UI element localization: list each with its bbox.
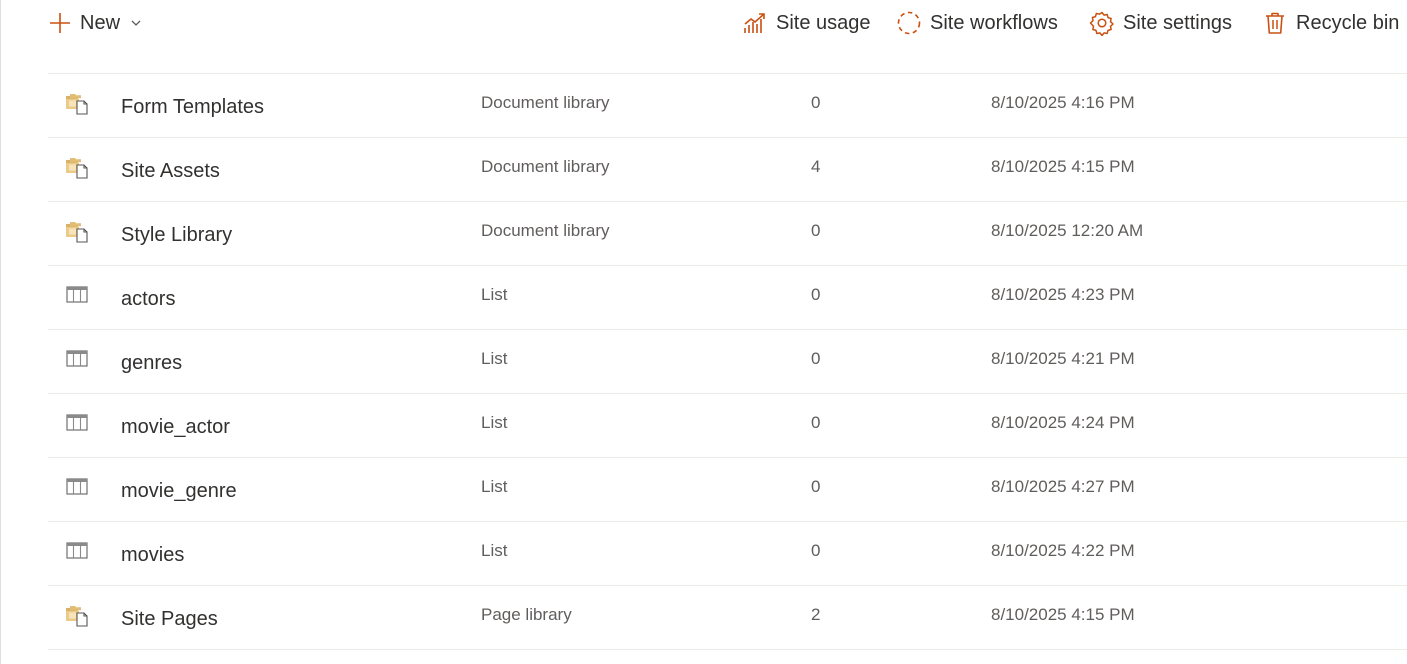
item-modified: 8/10/2025 4:27 PM (991, 477, 1135, 496)
chevron-down-icon (130, 17, 142, 29)
table-row[interactable]: movie_actor List 0 8/10/2025 4:24 PM (48, 393, 1407, 457)
site-workflows-label: Site workflows (930, 11, 1058, 34)
item-modified: 8/10/2025 4:16 PM (991, 93, 1135, 112)
item-modified: 8/10/2025 4:24 PM (991, 413, 1135, 432)
list-icon (64, 282, 90, 308)
item-name-link[interactable]: Style Library (121, 224, 232, 247)
item-name-link[interactable]: movies (121, 544, 184, 567)
item-name-link[interactable]: movie_genre (121, 480, 237, 503)
site-workflows-button[interactable]: Site workflows (896, 6, 1058, 40)
item-count: 0 (811, 477, 821, 496)
list-icon (64, 410, 90, 436)
item-count: 0 (811, 413, 821, 432)
item-count: 2 (811, 605, 821, 624)
table-row[interactable]: actors List 0 8/10/2025 4:23 PM (48, 265, 1407, 329)
table-row[interactable]: Style Library Document library 0 8/10/2025 … (48, 201, 1407, 265)
item-type: List (481, 285, 508, 304)
plus-icon (48, 11, 72, 35)
item-type: Page library (481, 605, 572, 624)
item-name-link[interactable]: Site Assets (121, 160, 220, 183)
item-modified: 8/10/2025 4:15 PM (991, 605, 1135, 624)
item-count: 0 (811, 93, 821, 112)
item-type: Document library (481, 93, 610, 112)
trash-icon (1262, 10, 1288, 36)
table-row[interactable]: movie_genre List 0 8/10/2025 4:27 PM (48, 457, 1407, 521)
recycle-bin-label: Recycle bin (1296, 11, 1400, 34)
site-usage-button[interactable]: Site usage (742, 6, 871, 40)
site-usage-label: Site usage (776, 11, 871, 34)
item-name-link[interactable]: Site Pages (121, 608, 218, 631)
document-library-icon (64, 90, 90, 116)
workflow-icon (896, 10, 922, 36)
list-icon (64, 538, 90, 564)
new-button-label: New (80, 11, 121, 34)
item-modified: 8/10/2025 12:20 AM (991, 221, 1144, 240)
table-row[interactable]: Site Pages Page library 2 8/10/2025 4:15 PM (48, 585, 1407, 650)
list-icon (64, 474, 90, 500)
item-type: Document library (481, 157, 610, 176)
site-settings-label: Site settings (1123, 11, 1232, 34)
item-count: 0 (811, 285, 821, 304)
site-contents-table: Form Templates Document library 0 8/10/2025… (48, 73, 1407, 650)
left-border (0, 0, 1, 664)
table-row[interactable]: Site Assets Document library 4 8/10/2025 4:… (48, 137, 1407, 201)
item-count: 0 (811, 349, 821, 368)
item-type: List (481, 541, 508, 560)
item-name-link[interactable]: Form Templates (121, 96, 264, 119)
item-count: 0 (811, 541, 821, 560)
item-modified: 8/10/2025 4:15 PM (991, 157, 1135, 176)
list-icon (64, 346, 90, 372)
recycle-bin-button[interactable]: Recycle bin (1262, 6, 1399, 40)
chart-trend-icon (742, 10, 768, 36)
document-library-icon (64, 154, 90, 180)
document-library-icon (64, 218, 90, 244)
item-type: List (481, 413, 508, 432)
table-row[interactable]: Form Templates Document library 0 8/10/2025… (48, 73, 1407, 137)
item-name-link[interactable]: movie_actor (121, 416, 230, 439)
item-modified: 8/10/2025 4:22 PM (991, 541, 1135, 560)
document-library-icon (64, 602, 90, 628)
new-button[interactable]: New (48, 6, 142, 40)
item-modified: 8/10/2025 4:23 PM (991, 285, 1135, 304)
command-bar: New Site usage Site workflows Site setti… (0, 0, 1407, 46)
item-count: 4 (811, 157, 821, 176)
table-row[interactable]: movies List 0 8/10/2025 4:22 PM (48, 521, 1407, 585)
table-row[interactable]: genres List 0 8/10/2025 4:21 PM (48, 329, 1407, 393)
item-name-link[interactable]: actors (121, 288, 175, 311)
item-type: Document library (481, 221, 610, 240)
item-type: List (481, 477, 508, 496)
gear-icon (1089, 10, 1115, 36)
site-settings-button[interactable]: Site settings (1089, 6, 1232, 40)
item-modified: 8/10/2025 4:21 PM (991, 349, 1135, 368)
item-name-link[interactable]: genres (121, 352, 182, 375)
item-count: 0 (811, 221, 821, 240)
item-type: List (481, 349, 508, 368)
